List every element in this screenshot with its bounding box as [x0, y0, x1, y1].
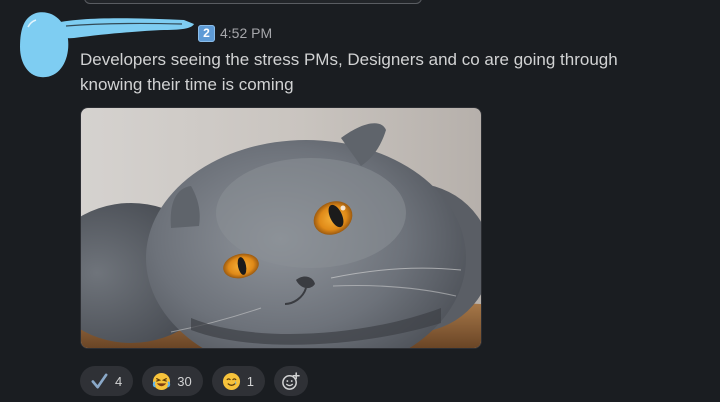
- checkmark-icon: [91, 373, 108, 389]
- reaction-laughing[interactable]: 30: [142, 366, 203, 396]
- smiling-tear-face-icon: [222, 372, 240, 390]
- message-timestamp[interactable]: 4:52 PM: [220, 25, 272, 41]
- name-redaction: [46, 18, 195, 39]
- add-reaction-icon: [282, 371, 301, 390]
- status-badge[interactable]: 2: [198, 24, 215, 42]
- image-attachment[interactable]: [80, 107, 482, 349]
- previous-message-container: [84, 0, 422, 4]
- chat-window: 2 4:52 PM Developers seeing the stress P…: [0, 0, 720, 402]
- reaction-count: 4: [115, 373, 123, 389]
- add-reaction-button[interactable]: [273, 366, 308, 396]
- message-text: Developers seeing the stress PMs, Design…: [80, 50, 618, 94]
- laughing-face-icon: [153, 372, 171, 390]
- reaction-checkmark[interactable]: 4: [80, 366, 134, 396]
- reaction-bar: 4 30 1: [80, 366, 308, 396]
- reaction-smiling-tear[interactable]: 1: [211, 366, 265, 396]
- reaction-count: 1: [246, 373, 254, 389]
- reaction-count: 30: [177, 373, 192, 389]
- grey-cat-photo: [81, 108, 481, 348]
